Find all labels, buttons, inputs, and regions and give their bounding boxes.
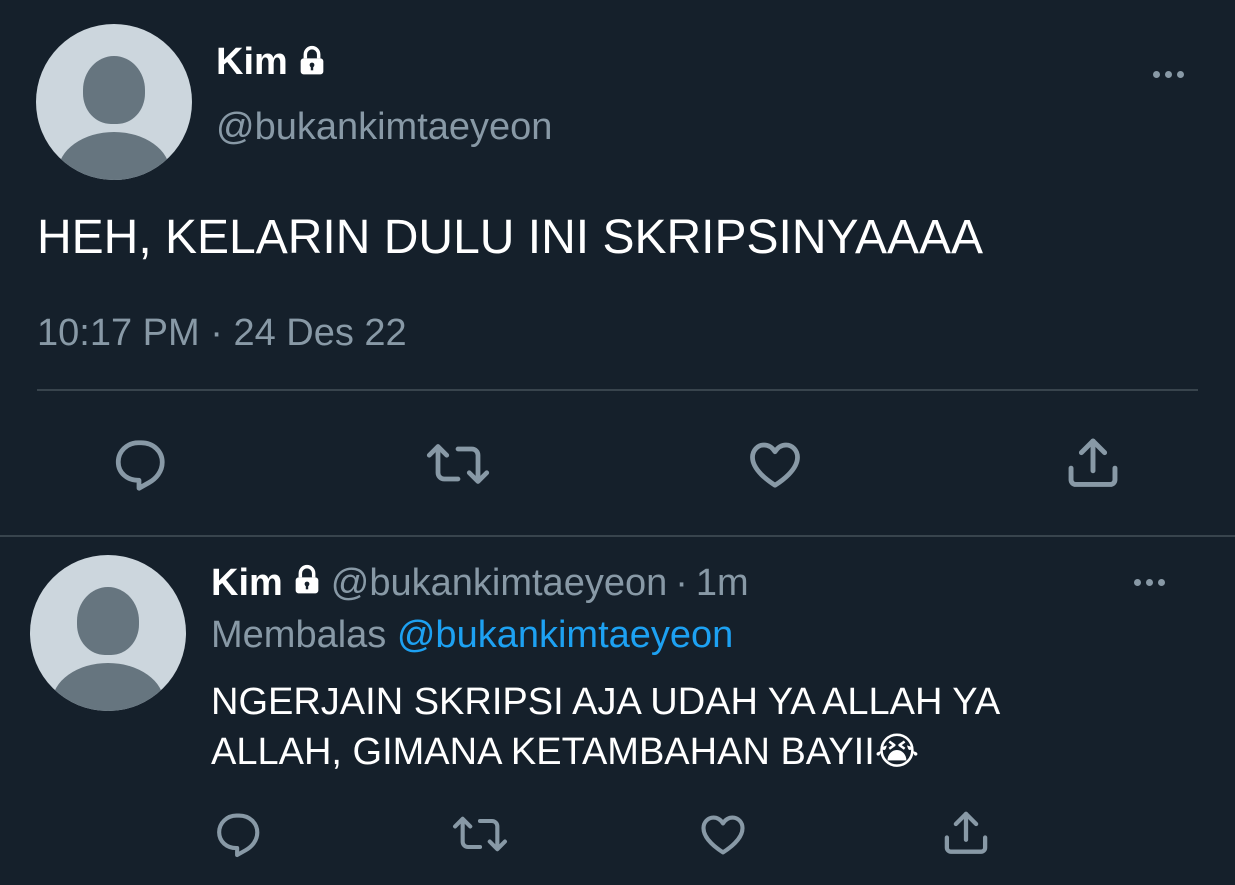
tweet-text-line: NGERJAIN SKRIPSI AJA UDAH YA ALLAH YA xyxy=(211,681,1001,723)
avatar[interactable] xyxy=(30,555,186,711)
tweet-text-line: ALLAH, GIMANA KETAMBAHAN BAYII xyxy=(211,731,875,773)
tweet-date: 24 Des 22 xyxy=(233,312,407,354)
crying-face-emoji: 😭 xyxy=(874,731,920,773)
tweet-time: 10:17 PM xyxy=(37,312,200,354)
reply-icon[interactable] xyxy=(212,808,264,860)
retweet-icon[interactable] xyxy=(423,434,493,494)
retweet-icon[interactable] xyxy=(449,808,511,860)
tweet-age[interactable]: 1m xyxy=(696,562,749,605)
replying-to-line: Membalas @bukankimtaeyeon xyxy=(211,612,733,658)
share-icon[interactable] xyxy=(1062,432,1124,494)
tweet-text-line-2: ALLAH, GIMANA KETAMBAHAN BAYII😭 xyxy=(211,727,1000,777)
lock-icon xyxy=(296,45,328,82)
more-icon[interactable] xyxy=(1153,71,1184,78)
tweet-timestamp[interactable]: 10:17 PM · 24 Des 22 xyxy=(37,310,407,356)
tweet-text: HEH, KELARIN DULU INI SKRIPSINYAAAA xyxy=(37,211,984,264)
display-name: Kim xyxy=(216,40,288,83)
like-icon[interactable] xyxy=(744,434,806,494)
share-icon[interactable] xyxy=(939,806,993,860)
author-handle[interactable]: @bukankimtaeyeon xyxy=(331,562,667,605)
divider xyxy=(37,389,1198,391)
reply-header-row: Kim @bukankimtaeyeon · 1m xyxy=(211,558,749,608)
separator: · xyxy=(210,312,223,354)
reply-icon[interactable] xyxy=(110,434,170,494)
replying-label: Membalas xyxy=(211,614,387,656)
lock-icon xyxy=(291,563,323,606)
separator: · xyxy=(675,561,688,604)
like-icon[interactable] xyxy=(696,808,750,860)
tweet-text: NGERJAIN SKRIPSI AJA UDAH YA ALLAH YA AL… xyxy=(211,677,1000,777)
display-name[interactable]: Kim xyxy=(211,562,283,605)
avatar[interactable] xyxy=(36,24,192,180)
more-icon[interactable] xyxy=(1134,579,1165,586)
author-handle[interactable]: @bukankimtaeyeon xyxy=(216,104,552,150)
section-divider xyxy=(0,535,1235,537)
replying-to-link[interactable]: @bukankimtaeyeon xyxy=(397,614,733,656)
author-name-row[interactable]: Kim xyxy=(216,38,328,86)
